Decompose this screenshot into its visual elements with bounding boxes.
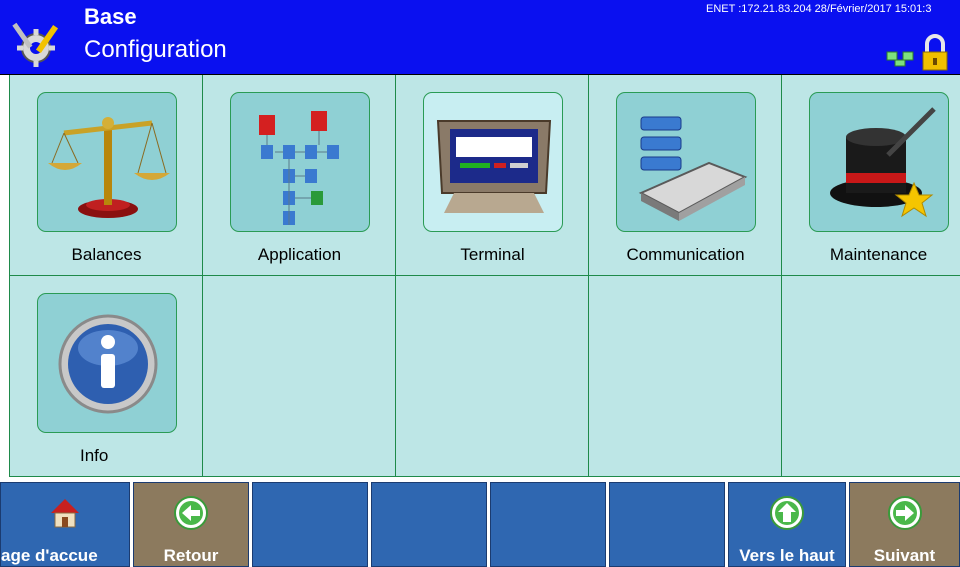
back-softkey[interactable]: Retour	[133, 482, 249, 567]
empty-cell	[782, 276, 960, 477]
menu-item-info[interactable]: Info	[10, 276, 203, 477]
maintenance-tile[interactable]	[809, 92, 949, 232]
softkey-label: Vers le haut	[739, 546, 835, 565]
scroll-up-softkey[interactable]: Vers le haut	[728, 482, 846, 567]
menu-grid: Balances Application Terminal Communicat…	[9, 75, 960, 477]
arrow-right-icon	[887, 496, 922, 530]
application-tree-icon	[259, 111, 339, 225]
info-icon	[58, 314, 158, 414]
menu-item-balances[interactable]: Balances	[10, 75, 203, 276]
arrow-up-icon	[770, 496, 804, 530]
softkey-empty[interactable]	[252, 482, 368, 567]
menu-item-terminal[interactable]: Terminal	[396, 75, 589, 276]
info-tile[interactable]	[37, 293, 177, 433]
softkey-label: Retour	[163, 546, 219, 565]
menu-item-label: Balances	[71, 245, 142, 264]
padlock-icon[interactable]	[920, 34, 950, 72]
menu-item-communication[interactable]: Communication	[589, 75, 782, 276]
menu-item-label: Application	[257, 245, 342, 264]
communication-icon	[638, 116, 748, 221]
menu-item-label: Maintenance	[829, 245, 928, 264]
network-icon	[886, 51, 914, 67]
scale-icon	[48, 117, 170, 218]
softkey-label: Suivant	[873, 546, 936, 565]
empty-cell	[203, 276, 396, 477]
terminal-icon	[436, 120, 552, 213]
balances-tile[interactable]	[37, 92, 177, 232]
empty-cell	[396, 276, 589, 477]
menu-item-application[interactable]: Application	[203, 75, 396, 276]
next-softkey[interactable]: Suivant	[849, 482, 960, 567]
menu-item-label: Info	[80, 446, 109, 465]
home-icon	[51, 499, 79, 528]
menu-item-label: Communication	[626, 245, 745, 264]
communication-tile[interactable]	[616, 92, 756, 232]
softkey-empty[interactable]	[371, 482, 487, 567]
empty-cell	[589, 276, 782, 477]
arrow-left-icon	[174, 496, 208, 530]
terminal-tile[interactable]	[423, 92, 563, 232]
softkey-bar: age d'accue Retour Vers le haut Suivant	[0, 478, 960, 567]
softkey-empty[interactable]	[609, 482, 725, 567]
menu-item-maintenance[interactable]: Maintenance	[782, 75, 960, 276]
magic-hat-icon	[830, 107, 936, 218]
softkey-label: age d'accue	[1, 546, 98, 565]
header-bar: Base Configuration ENET :172.21.83.204 2…	[0, 0, 960, 75]
home-softkey[interactable]: age d'accue	[0, 482, 130, 567]
menu-item-label: Terminal	[460, 245, 525, 264]
page-title: Base	[84, 4, 137, 29]
status-text: ENET :172.21.83.204 28/Février/2017 15:0…	[706, 3, 932, 15]
softkey-empty[interactable]	[490, 482, 606, 567]
application-tile[interactable]	[230, 92, 370, 232]
page-subtitle: Configuration	[84, 36, 227, 63]
gear-tools-icon	[12, 22, 59, 67]
